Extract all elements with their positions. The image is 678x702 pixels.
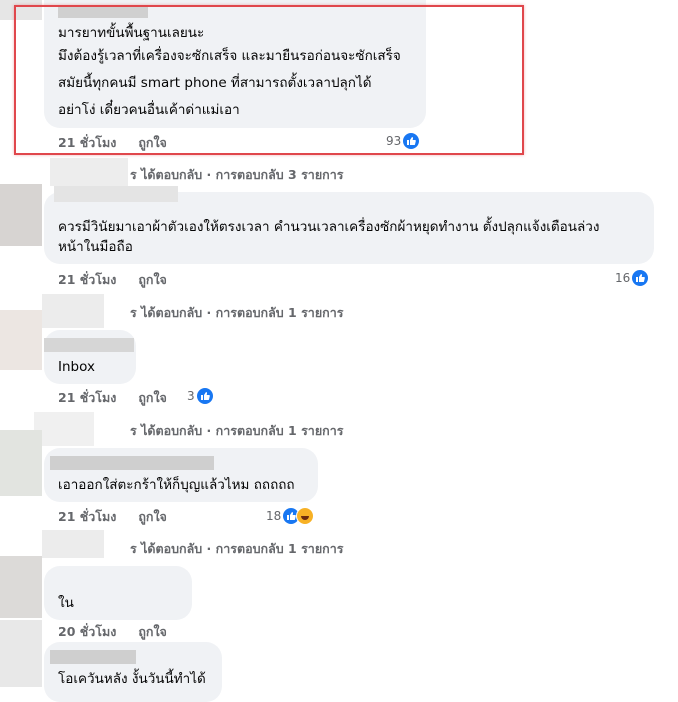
replier-avatars-blurred (42, 294, 104, 328)
avatar[interactable] (0, 620, 42, 687)
avatar[interactable] (0, 184, 42, 246)
comment-meta: 20 ชั่วโมง ถูกใจ (58, 622, 189, 642)
replier-avatars-blurred (42, 530, 104, 558)
reaction-count: 16 (615, 271, 631, 285)
replier-avatars-blurred (34, 412, 94, 446)
comment-bubble: Inbox (44, 330, 136, 384)
commenter-name-blurred (50, 650, 136, 664)
view-replies-link[interactable]: ร ได้ตอบกลับ · การตอบกลับ 3 รายการ (130, 165, 343, 185)
reaction-summary[interactable]: 3 (187, 388, 213, 404)
reaction-summary[interactable]: 16 (615, 270, 649, 286)
haha-icon (296, 507, 315, 525)
replier-avatars-blurred (50, 158, 128, 186)
like-action[interactable]: ถูกใจ (138, 509, 167, 524)
comment-time[interactable]: 21 ชั่วโมง (58, 509, 116, 524)
comment-bubble: ใน (44, 566, 192, 620)
like-action[interactable]: ถูกใจ (138, 272, 167, 287)
avatar[interactable] (0, 556, 42, 618)
commenter-name-blurred (44, 338, 134, 352)
like-icon (196, 388, 213, 404)
like-action[interactable]: ถูกใจ (138, 624, 167, 639)
view-replies-link[interactable]: ร ได้ตอบกลับ · การตอบกลับ 1 รายการ (130, 421, 343, 441)
comment-meta: 21 ชั่วโมง ถูกใจ (58, 270, 189, 290)
view-replies-link[interactable]: ร ได้ตอบกลับ · การตอบกลับ 1 รายการ (130, 303, 343, 323)
comment-text-line: หน้าในมือถือ (58, 239, 133, 255)
like-icon (632, 270, 649, 286)
avatar[interactable] (0, 430, 42, 496)
comment-bubble: โอเควันหลัง งั้นวันนี้ทำได้ (44, 642, 222, 702)
commenter-name-blurred (50, 456, 214, 470)
reaction-count: 3 (187, 389, 195, 403)
reaction-count: 18 (266, 509, 282, 523)
avatar[interactable] (0, 310, 42, 370)
comment-meta: 21 ชั่วโมง ถูกใจ (58, 388, 189, 408)
reaction-summary[interactable]: 18 (266, 507, 315, 525)
comment-text-line: ใน (58, 595, 74, 611)
comment-time[interactable]: 20 ชั่วโมง (58, 624, 116, 639)
comment-bubble: เอาออกใส่ตะกร้าให้ก็บุญแล้วไหม ถถถถถ (44, 448, 318, 502)
view-replies-link[interactable]: ร ได้ตอบกลับ · การตอบกลับ 1 รายการ (130, 539, 343, 559)
comment-text-line: ควรมีวินัยมาเอาผ้าตัวเองให้ตรงเวลา คำนวน… (58, 219, 600, 235)
comment-time[interactable]: 21 ชั่วโมง (58, 272, 116, 287)
comment-text-line: Inbox (58, 359, 95, 375)
comment-meta: 21 ชั่วโมง ถูกใจ (58, 507, 189, 527)
like-action[interactable]: ถูกใจ (138, 390, 167, 405)
commenter-name-blurred (54, 186, 178, 202)
comment-text-line: เอาออกใส่ตะกร้าให้ก็บุญแล้วไหม ถถถถถ (58, 477, 295, 493)
comment-text-line: โอเควันหลัง งั้นวันนี้ทำได้ (58, 671, 206, 687)
comment-bubble: ควรมีวินัยมาเอาผ้าตัวเองให้ตรงเวลา คำนวน… (44, 186, 654, 264)
highlight-box (14, 5, 524, 155)
comment-time[interactable]: 21 ชั่วโมง (58, 390, 116, 405)
